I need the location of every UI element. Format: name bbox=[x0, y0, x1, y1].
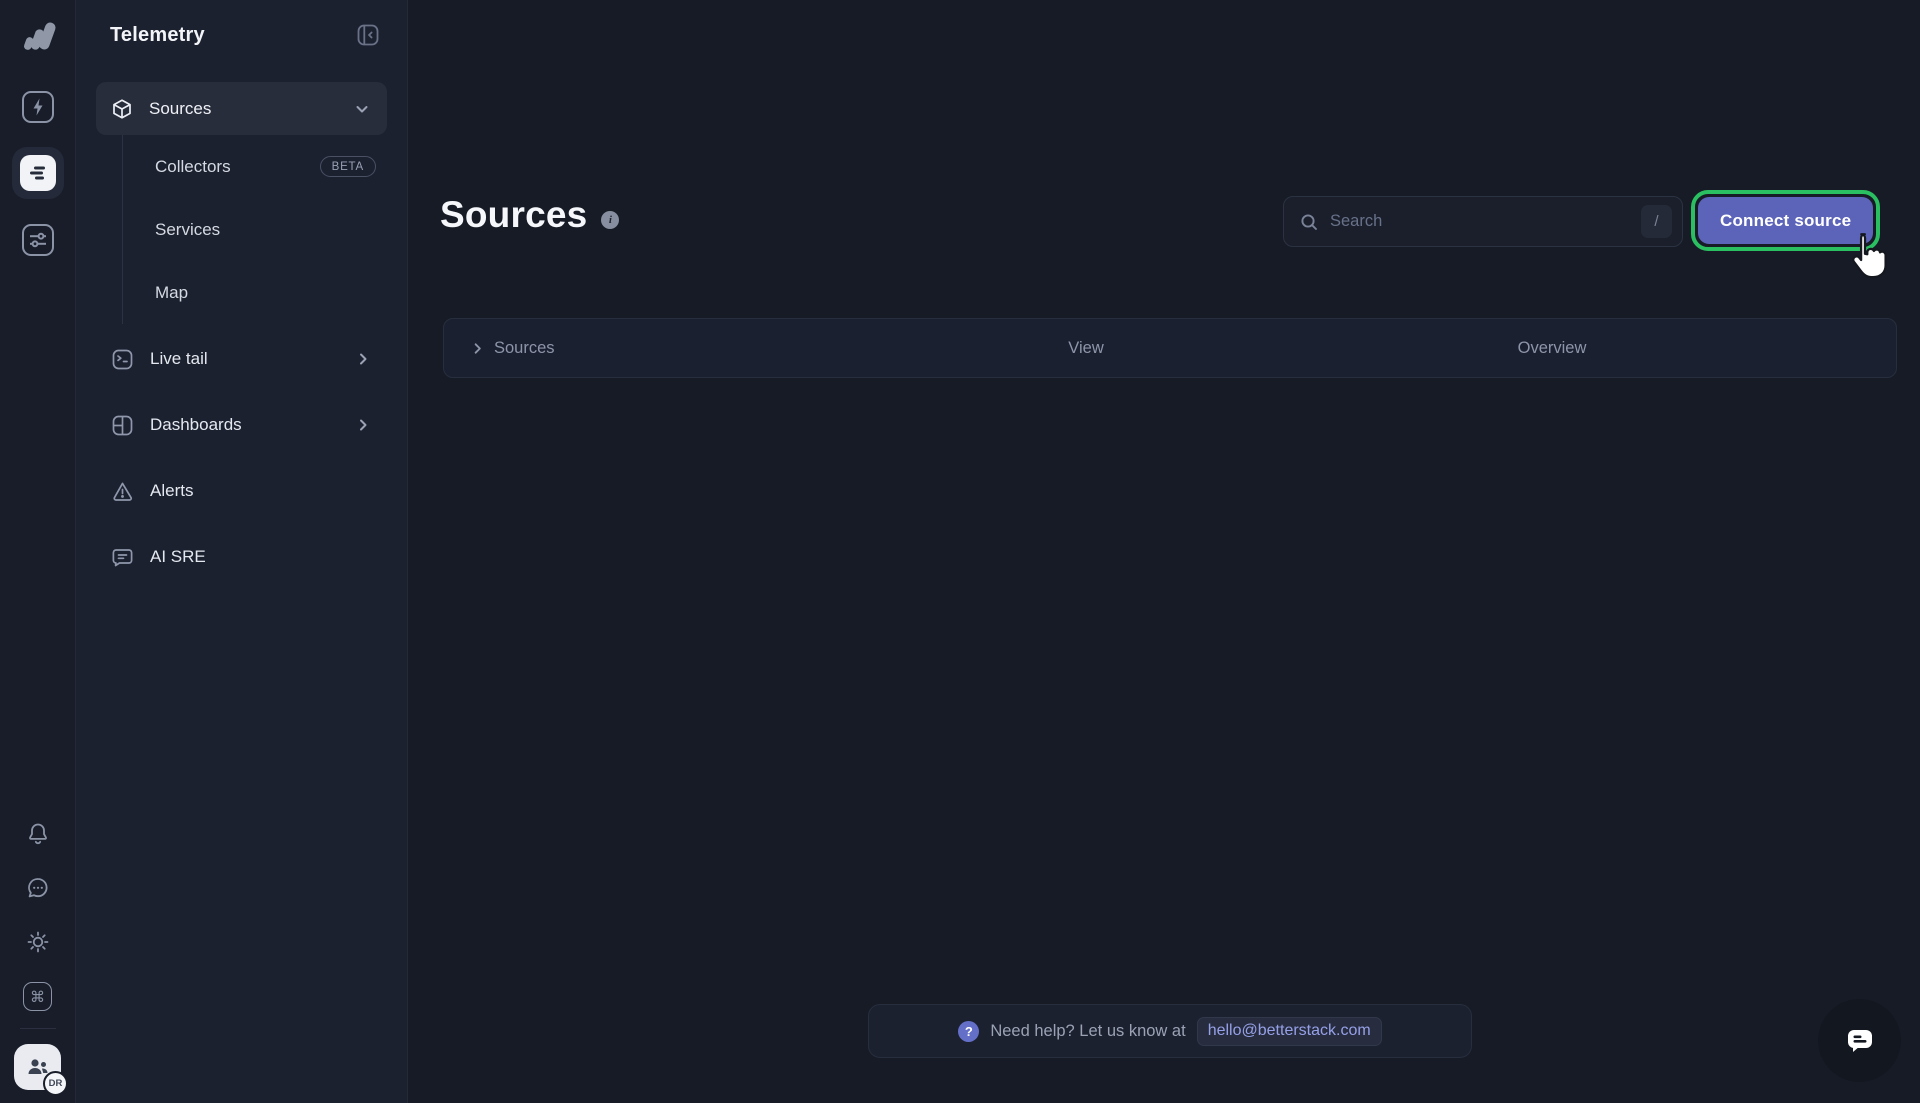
telemetry-rail-item-active[interactable] bbox=[12, 147, 64, 199]
main-content: Sources i / Connect source Sources View … bbox=[408, 0, 1920, 1103]
sub-item-label: Collectors bbox=[155, 157, 231, 177]
chat-widget-button[interactable] bbox=[1818, 999, 1901, 1082]
connect-source-button[interactable]: Connect source bbox=[1698, 197, 1873, 244]
support-email-link[interactable]: hello@betterstack.com bbox=[1197, 1017, 1382, 1046]
table-header-overview: Overview bbox=[1518, 319, 1587, 377]
sidebar-item-label: AI SRE bbox=[150, 547, 206, 567]
sidebar-item-ai-sre[interactable]: AI SRE bbox=[96, 531, 387, 583]
uptime-lightning-icon[interactable] bbox=[21, 90, 55, 124]
chevron-right-icon bbox=[355, 417, 371, 433]
feedback-chat-icon[interactable] bbox=[24, 874, 52, 902]
table-header-view: View bbox=[1068, 319, 1103, 377]
column-label: Sources bbox=[494, 339, 555, 358]
rail-bottom-group: ⌘ DR bbox=[14, 820, 61, 1103]
question-icon: ? bbox=[958, 1021, 979, 1042]
column-label: View bbox=[1068, 339, 1103, 358]
search-box[interactable]: / bbox=[1283, 196, 1683, 247]
sidebar-header: Telemetry bbox=[76, 0, 407, 48]
table-header-sources[interactable]: Sources bbox=[470, 319, 555, 377]
sidebar-item-map[interactable]: Map bbox=[155, 261, 387, 324]
chevron-right-icon bbox=[470, 341, 485, 356]
highlight-ring: Connect source bbox=[1691, 190, 1880, 251]
chevron-down-icon bbox=[353, 100, 371, 118]
sidebar-item-live-tail[interactable]: Live tail bbox=[96, 333, 387, 385]
sidebar-item-services[interactable]: Services bbox=[155, 198, 387, 261]
beta-badge: BETA bbox=[320, 156, 376, 177]
collapse-sidebar-icon[interactable] bbox=[355, 22, 381, 48]
message-lines-icon bbox=[111, 546, 134, 569]
logs-icon bbox=[20, 155, 56, 191]
betterstack-logo-icon[interactable] bbox=[15, 13, 61, 59]
sidebar-item-collectors[interactable]: Collectors BETA bbox=[155, 135, 387, 198]
sidebar-item-label: Sources bbox=[149, 99, 211, 119]
account-avatar[interactable]: DR bbox=[14, 1044, 61, 1090]
bell-icon[interactable] bbox=[24, 820, 52, 848]
cube-icon bbox=[111, 98, 133, 120]
search-icon bbox=[1299, 212, 1319, 232]
sidebar-main-nav: Live tail Dashboards bbox=[96, 333, 387, 583]
sidebar-nav: Sources Collectors BETA Services Map bbox=[76, 48, 407, 583]
icon-rail: ⌘ DR bbox=[0, 0, 76, 1103]
info-icon[interactable]: i bbox=[601, 211, 619, 229]
sub-item-label: Services bbox=[155, 220, 220, 240]
chevron-right-icon bbox=[355, 351, 371, 367]
chat-bubble-icon bbox=[1841, 1022, 1879, 1060]
help-bar: ? Need help? Let us know at hello@better… bbox=[868, 1004, 1472, 1058]
slash-shortcut-key: / bbox=[1641, 205, 1672, 238]
search-input[interactable] bbox=[1330, 212, 1641, 231]
sidebar-item-label: Dashboards bbox=[150, 415, 242, 435]
terminal-icon bbox=[111, 348, 134, 371]
sidebar-item-alerts[interactable]: Alerts bbox=[96, 465, 387, 517]
sliders-icon[interactable] bbox=[21, 223, 55, 257]
sidebar-item-sources[interactable]: Sources bbox=[96, 82, 387, 135]
column-label: Overview bbox=[1518, 339, 1587, 358]
theme-sun-icon[interactable] bbox=[24, 928, 52, 956]
sub-item-label: Map bbox=[155, 283, 188, 303]
sidebar-title: Telemetry bbox=[110, 24, 205, 47]
dashboard-panes-icon bbox=[111, 414, 134, 437]
rail-divider bbox=[20, 1028, 56, 1029]
alert-triangle-icon bbox=[111, 480, 134, 503]
sidebar: Telemetry Sources Collectors BETA bbox=[76, 0, 408, 1103]
user-initials-badge: DR bbox=[43, 1071, 68, 1096]
sidebar-item-dashboards[interactable]: Dashboards bbox=[96, 399, 387, 451]
sidebar-item-label: Alerts bbox=[150, 481, 193, 501]
sidebar-item-label: Live tail bbox=[150, 349, 208, 369]
sources-sub-list: Collectors BETA Services Map bbox=[122, 135, 387, 324]
sources-table-header: Sources View Overview bbox=[443, 318, 1897, 378]
help-message: Need help? Let us know at bbox=[990, 1022, 1185, 1041]
command-icon[interactable]: ⌘ bbox=[23, 982, 52, 1011]
page-title-row: Sources i bbox=[440, 194, 619, 236]
page-title: Sources bbox=[440, 194, 587, 236]
